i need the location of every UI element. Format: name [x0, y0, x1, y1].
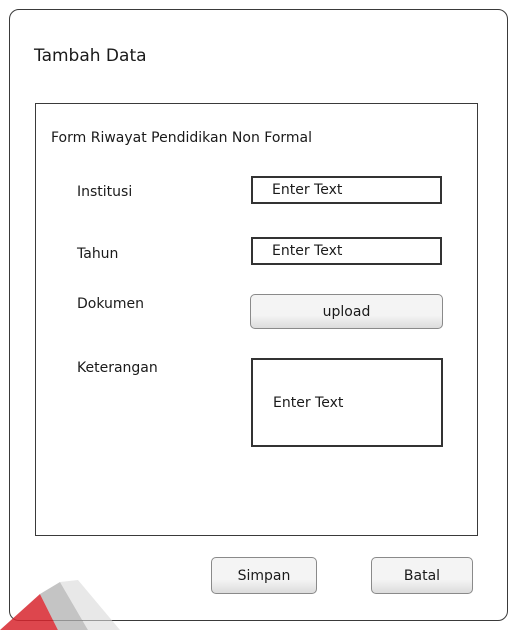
- keterangan-placeholder: Enter Text: [273, 395, 344, 411]
- tahun-label: Tahun: [77, 246, 119, 262]
- batal-button[interactable]: Batal: [371, 557, 473, 594]
- tahun-placeholder: Enter Text: [272, 243, 343, 259]
- keterangan-textarea[interactable]: Enter Text: [251, 358, 443, 447]
- tambah-data-window: Tambah Data Form Riwayat Pendidikan Non …: [9, 9, 508, 621]
- form-panel: Form Riwayat Pendidikan Non Formal Insti…: [35, 103, 478, 536]
- form-title: Form Riwayat Pendidikan Non Formal: [51, 130, 313, 146]
- tahun-input[interactable]: Enter Text: [251, 237, 442, 265]
- institusi-label: Institusi: [77, 184, 133, 200]
- window-title: Tambah Data: [34, 46, 147, 66]
- upload-button[interactable]: upload: [250, 294, 443, 329]
- institusi-placeholder: Enter Text: [272, 182, 343, 198]
- institusi-input[interactable]: Enter Text: [251, 176, 442, 204]
- watermark-logo-icon: [0, 580, 120, 630]
- simpan-button[interactable]: Simpan: [211, 557, 317, 594]
- keterangan-label: Keterangan: [77, 360, 158, 376]
- dokumen-label: Dokumen: [77, 296, 145, 312]
